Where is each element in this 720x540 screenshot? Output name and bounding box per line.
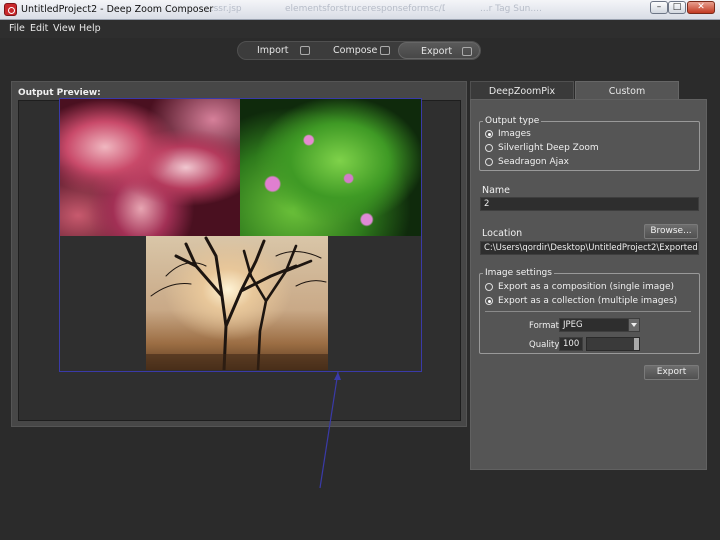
location-label: Location <box>482 228 523 239</box>
chevron-down-icon[interactable] <box>628 319 639 331</box>
import-icon <box>300 46 310 55</box>
tab-deepzoompix[interactable]: DeepZoomPix <box>470 81 574 100</box>
menu-help[interactable]: Help <box>79 23 101 34</box>
quality-slider[interactable] <box>586 337 640 351</box>
tab-custom[interactable]: Custom <box>575 81 679 100</box>
menu-file[interactable]: File <box>9 23 25 34</box>
settings-divider <box>485 311 691 312</box>
window-title-bar[interactable]: UntitledProject2 - Deep Zoom Composer ..… <box>0 0 720 20</box>
radio-silverlight-label: Silverlight Deep Zoom <box>498 143 599 153</box>
image-settings-title: Image settings <box>483 268 554 278</box>
browse-button[interactable]: Browse... <box>644 224 698 239</box>
mode-import[interactable]: Import <box>240 42 318 59</box>
compose-icon <box>380 46 390 55</box>
radio-seadragon-label: Seadragon Ajax <box>498 157 569 167</box>
ghost-tab-text-1: ...ssr.jsp <box>205 4 242 14</box>
quality-slider-thumb[interactable] <box>634 338 639 350</box>
image-settings-group: Image settings Export as a composition (… <box>479 268 700 354</box>
export-icon <box>462 47 472 56</box>
radio-composition-label: Export as a composition (single image) <box>498 282 675 292</box>
radio-collection-label: Export as a collection (multiple images) <box>498 296 678 306</box>
export-settings-panel: Output type Images Silverlight Deep Zoom… <box>470 99 707 470</box>
menu-bar: File Edit View Help <box>0 20 720 38</box>
name-label: Name <box>482 185 511 196</box>
mode-switcher: Import Compose Export <box>237 41 481 60</box>
radio-seadragon[interactable] <box>485 158 493 166</box>
output-type-title: Output type <box>483 116 542 126</box>
quality-input[interactable]: 100 <box>559 337 583 351</box>
output-preview-label: Output Preview: <box>18 88 101 98</box>
radio-composition[interactable] <box>485 283 493 291</box>
ghost-tab-text-3: ...r Tag Sun.... <box>480 4 542 14</box>
format-label: Format <box>529 321 559 331</box>
close-button[interactable]: ✕ <box>687 1 715 14</box>
quality-label: Quality <box>529 340 560 350</box>
radio-silverlight[interactable] <box>485 144 493 152</box>
format-select[interactable]: JPEG <box>559 318 640 332</box>
mode-compose[interactable]: Compose <box>320 42 398 59</box>
mode-import-label: Import <box>257 45 289 56</box>
output-type-group: Output type Images Silverlight Deep Zoom… <box>479 116 700 171</box>
window-title: UntitledProject2 - Deep Zoom Composer <box>21 4 214 15</box>
location-input[interactable]: C:\Users\qordir\Desktop\UntitledProject2… <box>480 241 699 255</box>
menu-view[interactable]: View <box>53 23 76 34</box>
composition-bounds <box>59 98 422 372</box>
ghost-tab-text-2: elementsforstruceresponseformsc/Drconten… <box>285 4 445 14</box>
app-icon <box>4 3 17 16</box>
menu-edit[interactable]: Edit <box>30 23 48 34</box>
mode-compose-label: Compose <box>333 45 378 56</box>
minimize-button[interactable]: – <box>650 1 668 14</box>
radio-images-label: Images <box>498 129 531 139</box>
radio-collection[interactable] <box>485 297 493 305</box>
export-button[interactable]: Export <box>644 365 699 380</box>
name-input[interactable]: 2 <box>480 197 699 211</box>
maximize-button[interactable]: □ <box>668 1 686 14</box>
radio-images[interactable] <box>485 130 493 138</box>
mode-export-label: Export <box>421 46 453 57</box>
format-select-value: JPEG <box>563 320 583 330</box>
mode-export[interactable]: Export <box>398 42 480 59</box>
